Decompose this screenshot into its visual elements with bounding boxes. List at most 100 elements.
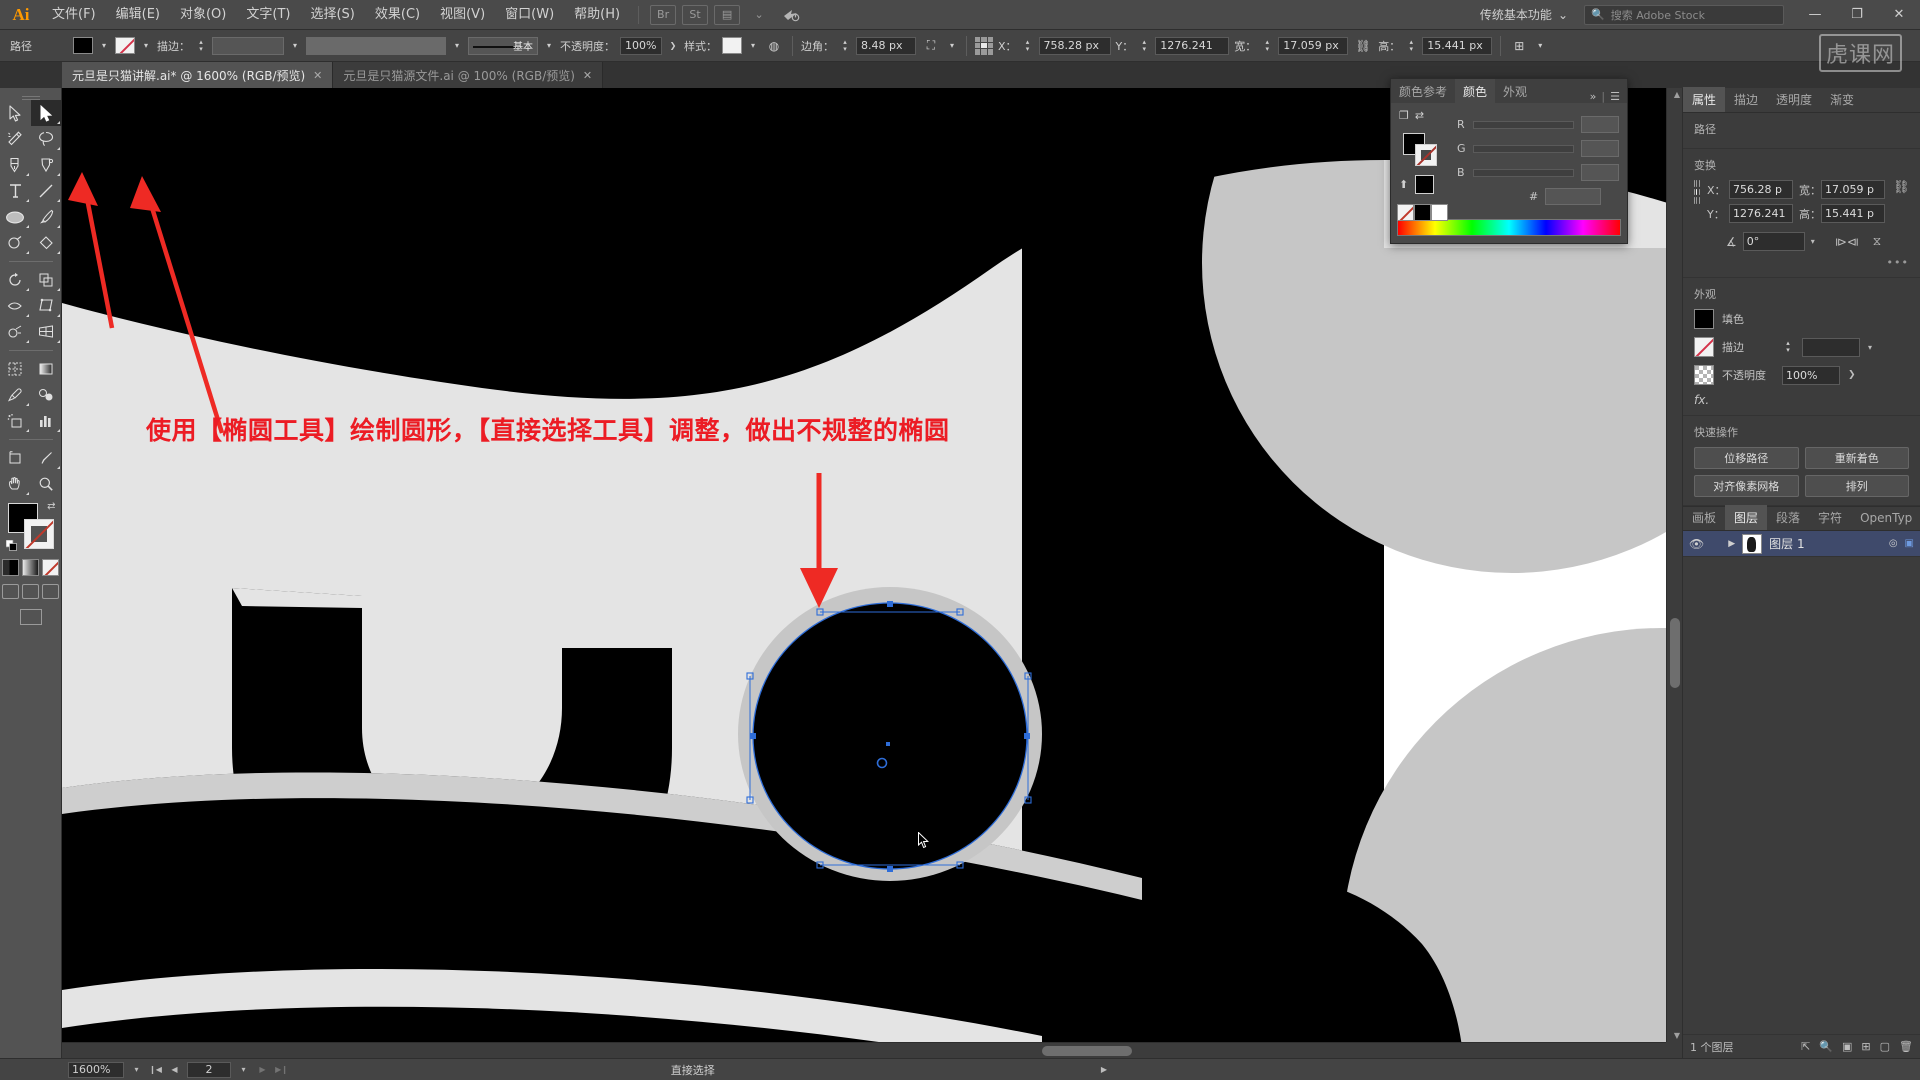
chevron-down-icon[interactable]: ▾ [1868, 343, 1872, 352]
tab-character[interactable]: 字符 [1809, 505, 1851, 530]
fill-stroke-toggle-icon[interactable]: ❐ [1399, 109, 1409, 122]
drawing-mode-normal-button[interactable] [2, 584, 19, 599]
align-to-pixel-grid-button[interactable]: 对齐像素网格 [1694, 475, 1799, 497]
opacity-flyout-icon[interactable]: ❯ [1848, 370, 1856, 380]
create-new-sublayer-icon[interactable]: ▣ [1842, 1040, 1852, 1053]
default-fill-stroke-icon[interactable] [5, 539, 17, 551]
layer-row[interactable]: 👁 ▶ 图层 1 ◎ ▣ [1683, 531, 1920, 557]
arrange-documents-icon[interactable]: ▤ [714, 4, 741, 25]
column-graph-tool[interactable] [31, 408, 62, 434]
panel-menu-icon[interactable]: ☰ [1610, 90, 1620, 103]
lasso-tool[interactable] [31, 126, 62, 152]
y-field[interactable]: 1276.241 [1155, 36, 1230, 55]
tab-appearance[interactable]: 外观 [1495, 79, 1535, 103]
fill-swatch[interactable] [1694, 309, 1714, 329]
shape-builder-tool[interactable] [0, 319, 31, 345]
width-field[interactable]: 17.059 px [1278, 36, 1349, 55]
black-swatch[interactable] [1414, 204, 1431, 221]
minimize-button[interactable]: — [1794, 0, 1836, 30]
artboard-tool[interactable] [0, 445, 31, 471]
red-value-field[interactable] [1581, 116, 1619, 133]
tools-panel-grip[interactable] [0, 92, 61, 100]
flip-horizontal-icon[interactable]: ⧐⧏ [1835, 235, 1859, 249]
link-broken-icon[interactable]: ⛓ [1893, 180, 1910, 195]
delete-layer-icon[interactable]: 🗑 [1899, 1040, 1913, 1053]
menu-object[interactable]: 对象(O) [170, 0, 236, 30]
close-icon[interactable]: ✕ [583, 69, 592, 82]
width-field[interactable]: 17.059 p [1821, 180, 1885, 199]
expand-triangle-icon[interactable]: ▶ [1728, 539, 1735, 549]
new-layer-icon[interactable]: ▢ [1880, 1040, 1890, 1053]
green-slider[interactable] [1473, 144, 1574, 153]
last-artboard-button[interactable]: ▶❙ [275, 1062, 288, 1078]
tab-paragraph[interactable]: 段落 [1767, 505, 1809, 530]
chevron-down-icon[interactable]: ▾ [543, 37, 555, 54]
next-artboard-button[interactable]: ▶ [256, 1062, 269, 1078]
tab-color-guide[interactable]: 颜色参考 [1391, 79, 1455, 103]
chevron-down-icon[interactable]: ▾ [98, 37, 110, 54]
hex-field[interactable] [1545, 188, 1602, 205]
menu-type[interactable]: 文字(T) [236, 0, 300, 30]
fill-stroke-indicator[interactable]: ⇄ [5, 501, 56, 551]
drawing-mode-inside-button[interactable] [42, 584, 59, 599]
document-tab-1[interactable]: 元旦是只猫讲解.ai* @ 1600% (RGB/预览) ✕ [62, 62, 334, 88]
menu-edit[interactable]: 编辑(E) [106, 0, 170, 30]
color-panel[interactable]: 颜色参考 颜色 外观 » | ☰ ❐ ⇄ ⬆ R G B # [1390, 78, 1628, 244]
white-swatch[interactable] [1431, 204, 1448, 221]
swap-fill-stroke-icon[interactable]: ⇄ [47, 501, 55, 512]
symbol-sprayer-tool[interactable] [0, 408, 31, 434]
reference-point-selector[interactable] [975, 36, 993, 55]
blue-value-field[interactable] [1581, 164, 1619, 181]
menu-file[interactable]: 文件(F) [42, 0, 106, 30]
tab-gradient[interactable]: 渐变 [1821, 87, 1863, 112]
eraser-tool[interactable] [31, 230, 62, 256]
height-field[interactable]: 15.441 px [1422, 36, 1493, 55]
horizontal-scroll-thumb[interactable] [1042, 1046, 1132, 1056]
menu-effect[interactable]: 效果(C) [365, 0, 430, 30]
tab-color[interactable]: 颜色 [1455, 79, 1496, 103]
corner-stepper[interactable]: ▴ ▾ [839, 37, 851, 55]
none-mode-button[interactable] [42, 559, 59, 576]
shaper-tool[interactable] [0, 230, 31, 256]
gradient-mode-button[interactable] [22, 559, 39, 576]
recolor-button[interactable]: 重新着色 [1804, 447, 1909, 469]
free-transform-tool[interactable] [31, 293, 62, 319]
cloud-sync-icon[interactable] [778, 5, 804, 25]
layer-name[interactable]: 图层 1 [1769, 535, 1882, 552]
screen-mode-button[interactable] [19, 609, 42, 625]
locate-object-icon[interactable]: ⇱ [1801, 1040, 1810, 1053]
zoom-level-field[interactable]: 1600% [68, 1061, 124, 1078]
arrange-button[interactable]: 排列 [1804, 475, 1909, 497]
more-options-icon[interactable]: ••• [1694, 256, 1909, 269]
close-button[interactable]: ✕ [1878, 0, 1920, 30]
offset-path-button[interactable]: 位移路径 [1694, 447, 1799, 469]
color-spectrum-bar[interactable] [1397, 219, 1621, 236]
workspace-switcher[interactable]: 传统基本功能 ⌄ [1474, 6, 1574, 23]
chevron-double-right-icon[interactable]: » [1590, 90, 1597, 103]
drawing-mode-behind-button[interactable] [22, 584, 39, 599]
corner-field[interactable]: 8.48 px [856, 36, 916, 55]
close-icon[interactable]: ✕ [313, 69, 322, 82]
stroke-style-field[interactable] [306, 36, 446, 55]
y-field[interactable]: 1276.241 [1729, 204, 1793, 223]
chevron-down-icon[interactable]: ▾ [289, 37, 301, 54]
stock-search-input[interactable]: 🔍 搜索 Adobe Stock [1584, 4, 1784, 25]
align-icon[interactable]: ⊞ [1509, 36, 1529, 56]
stroke-weight-stepper[interactable]: ▴ ▾ [1782, 338, 1794, 356]
canvas-vertical-scrollbar[interactable]: ▲ ▼ [1666, 88, 1682, 1042]
scroll-up-icon[interactable]: ▲ [1674, 90, 1680, 99]
x-field[interactable]: 758.28 px [1038, 36, 1111, 55]
stroke-weight-field[interactable] [1802, 337, 1860, 357]
menu-select[interactable]: 选择(S) [300, 0, 364, 30]
chevron-down-icon[interactable]: ▾ [130, 1062, 143, 1078]
stroke-profile-preview[interactable]: 基本 [468, 36, 538, 55]
hand-tool[interactable] [0, 471, 31, 497]
tab-layers[interactable]: 图层 [1725, 505, 1768, 530]
color-mode-button[interactable] [2, 559, 19, 576]
stroke-swatch[interactable] [1415, 144, 1437, 166]
reference-point-selector[interactable] [1694, 180, 1699, 204]
height-stepper[interactable]: ▴ ▾ [1405, 37, 1417, 55]
canvas-horizontal-scrollbar[interactable] [62, 1042, 1666, 1058]
stroke-weight-stepper[interactable]: ▴ ▾ [195, 37, 207, 55]
width-stepper[interactable]: ▴ ▾ [1261, 37, 1273, 55]
